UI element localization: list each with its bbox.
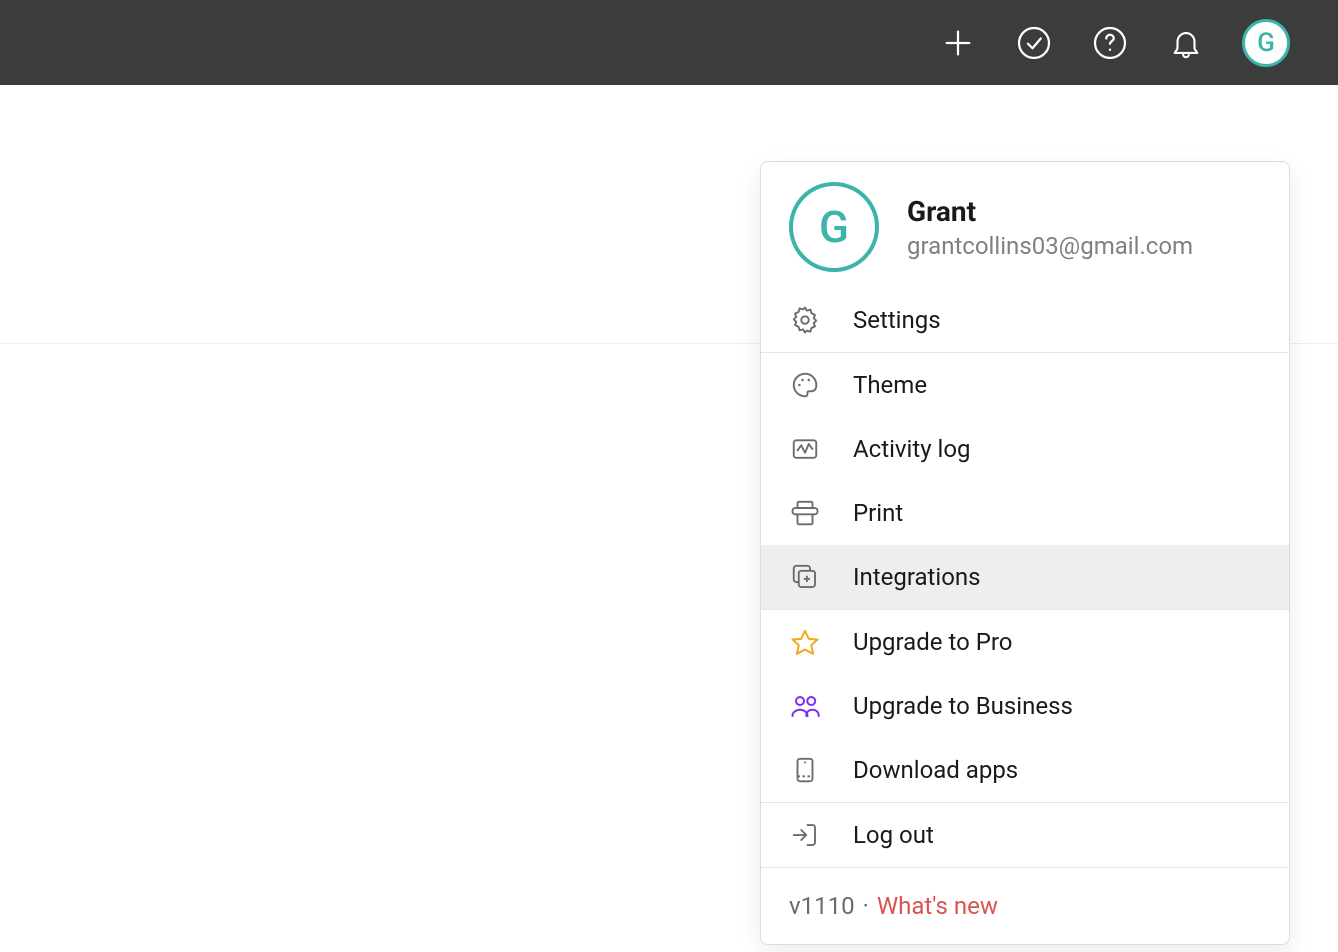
version-label: v1110 [789, 892, 855, 920]
menu-item-activity-log[interactable]: Activity log [761, 417, 1289, 481]
menu-label: Print [853, 499, 903, 527]
help-button[interactable] [1090, 23, 1130, 63]
menu-label: Upgrade to Business [853, 692, 1073, 720]
device-icon [789, 754, 821, 786]
star-icon [789, 626, 821, 658]
menu-item-upgrade-pro[interactable]: Upgrade to Pro [761, 610, 1289, 674]
menu-item-integrations[interactable]: Integrations [761, 545, 1289, 609]
whats-new-link[interactable]: What's new [877, 892, 998, 920]
menu-label: Activity log [853, 435, 971, 463]
menu-item-print[interactable]: Print [761, 481, 1289, 545]
menu-label: Upgrade to Pro [853, 628, 1012, 656]
separator: · [863, 892, 869, 920]
menu-item-theme[interactable]: Theme [761, 353, 1289, 417]
menu-item-upgrade-business[interactable]: Upgrade to Business [761, 674, 1289, 738]
team-icon [789, 690, 821, 722]
activity-icon [789, 433, 821, 465]
top-bar: G [0, 0, 1338, 85]
gear-icon [789, 304, 821, 336]
profile-row[interactable]: G Grant grantcollins03@gmail.com [761, 162, 1289, 288]
menu-label: Log out [853, 821, 934, 849]
menu-label: Download apps [853, 756, 1018, 784]
menu-item-log-out[interactable]: Log out [761, 803, 1289, 867]
logout-icon [789, 819, 821, 851]
integrations-icon [789, 561, 821, 593]
avatar: G [789, 182, 879, 272]
account-avatar-button[interactable]: G [1242, 19, 1290, 67]
avatar-initial: G [1257, 28, 1275, 58]
profile-name: Grant [907, 195, 1193, 228]
completed-tasks-button[interactable] [1014, 23, 1054, 63]
menu-label: Integrations [853, 563, 981, 591]
add-button[interactable] [938, 23, 978, 63]
check-circle-icon [1016, 25, 1052, 61]
palette-icon [789, 369, 821, 401]
profile-email: grantcollins03@gmail.com [907, 232, 1193, 260]
plus-icon [941, 26, 975, 60]
menu-item-settings[interactable]: Settings [761, 288, 1289, 352]
bell-icon [1169, 26, 1203, 60]
print-icon [789, 497, 821, 529]
notifications-button[interactable] [1166, 23, 1206, 63]
help-circle-icon [1092, 25, 1128, 61]
avatar-initial-large: G [819, 201, 849, 253]
account-dropdown: G Grant grantcollins03@gmail.com Setting… [760, 161, 1290, 945]
dropdown-footer: v1110 · What's new [761, 868, 1289, 944]
menu-item-download-apps[interactable]: Download apps [761, 738, 1289, 802]
content-area: G Grant grantcollins03@gmail.com Setting… [0, 85, 1338, 952]
profile-text: Grant grantcollins03@gmail.com [907, 195, 1193, 260]
menu-label: Theme [853, 371, 927, 399]
menu-label: Settings [853, 306, 941, 334]
